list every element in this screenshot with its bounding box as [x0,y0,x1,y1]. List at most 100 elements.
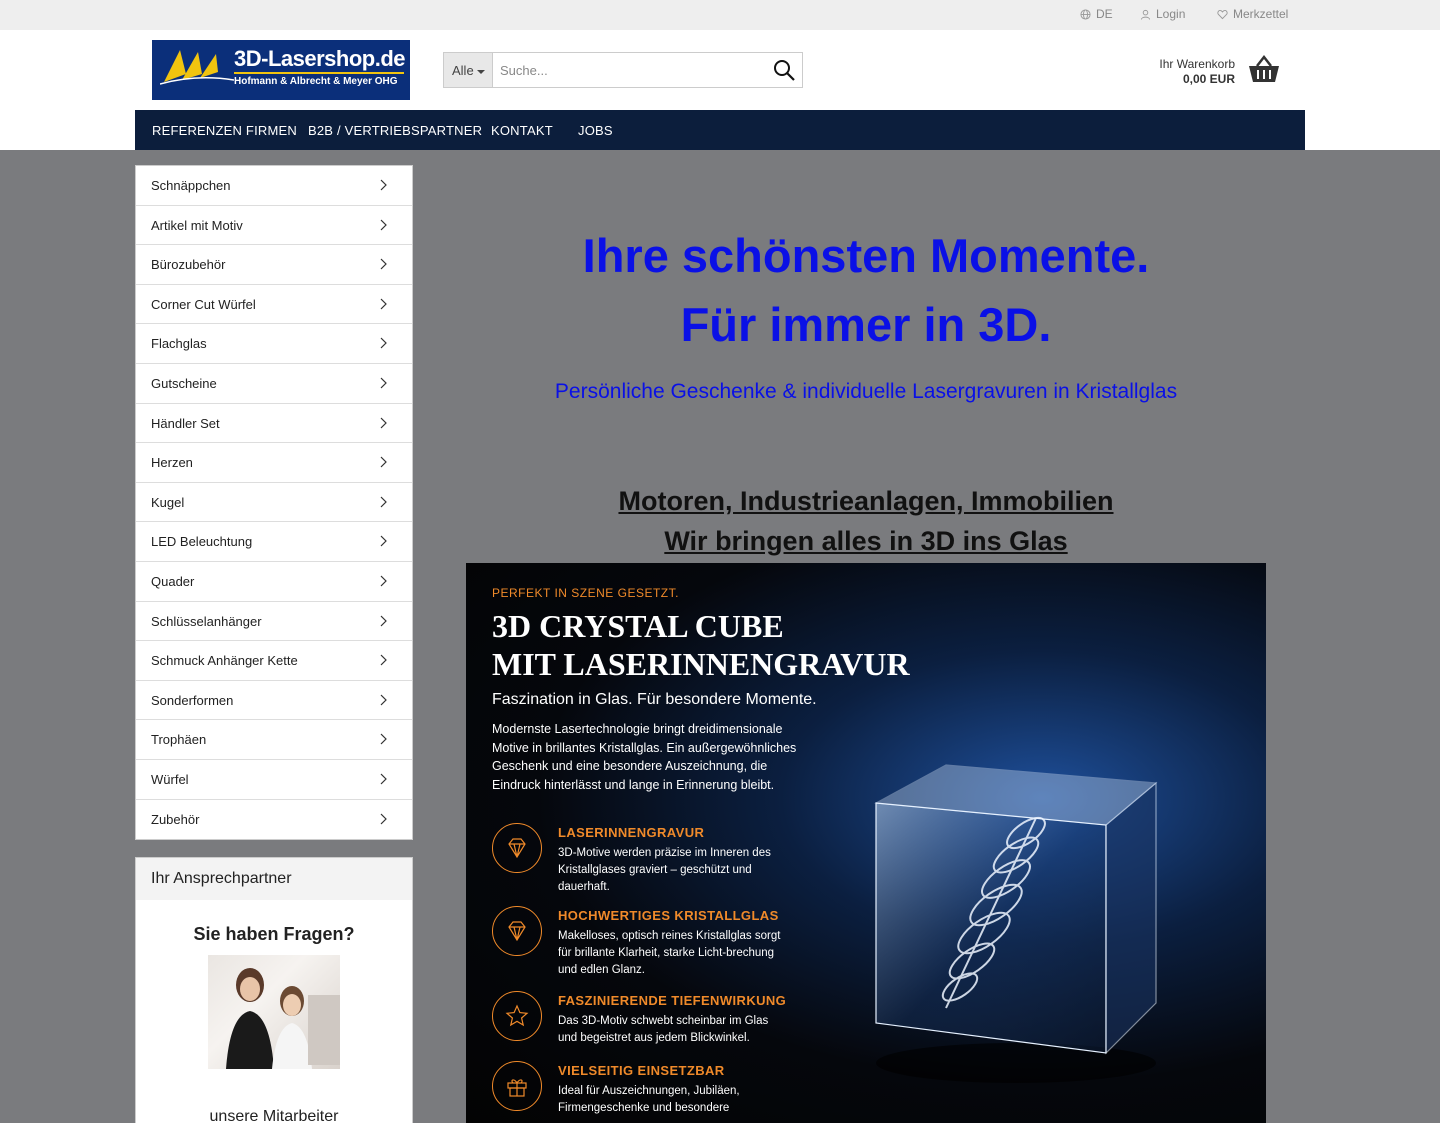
chevron-right-icon [380,813,387,824]
category-item[interactable]: Corner Cut Würfel [136,285,412,325]
star-icon [492,991,542,1041]
category-label: Zubehör [151,811,200,827]
wishlist-label: Merkzettel [1233,7,1289,21]
banner-title-line2: MIT LASERINNENGRAVUR [492,646,910,682]
logo-mark-icon [160,50,234,85]
chevron-right-icon [380,615,387,626]
search-category-label: Alle [452,63,474,78]
staff-link[interactable]: unsere Mitarbeiter [136,1108,412,1123]
category-label: Bürozubehör [151,257,226,273]
category-item[interactable]: Kugel [136,483,412,523]
search-category-select[interactable]: Alle [444,53,493,87]
category-item[interactable]: Bürozubehör [136,245,412,285]
diamond-icon [492,906,542,956]
contact-question: Sie haben Fragen? [193,924,355,944]
category-item[interactable]: Herzen [136,443,412,483]
contact-box: Ihr Ansprechpartner Sie haben Fragen? un… [135,857,413,1123]
category-label: Trophäen [151,732,207,748]
product-banner[interactable]: PERFEKT IN SZENE GESETZT. 3D CRYSTAL CUB… [466,563,1266,1123]
staff-photo[interactable] [208,955,340,1069]
category-item[interactable]: LED Beleuchtung [136,522,412,562]
logo-text: 3D-Lasershop.de [234,46,406,71]
category-item[interactable]: Zubehör [136,800,412,840]
category-sidebar: Schnäppchen Artikel mit Motiv Bürozubehö… [135,165,413,841]
cart-label: Ihr Warenkorb [1159,57,1235,71]
contact-heading: Ihr Ansprechpartner [136,858,412,900]
category-item[interactable]: Quader [136,562,412,602]
chevron-right-icon [380,219,387,231]
category-label: LED Beleuchtung [151,534,253,550]
category-label: Gutscheine [151,375,217,391]
wishlist-link[interactable]: Merkzettel [1217,7,1288,21]
banner-tagline: Faszination in Glas. Für besondere Momen… [492,691,817,708]
category-item[interactable]: Schlüsselanhänger [136,602,412,642]
feature-title: HOCHWERTIGES KRISTALLGLAS [558,908,779,923]
category-label: Sonderformen [151,692,234,708]
language-label: DE [1096,7,1113,21]
category-label: Quader [151,573,195,589]
chevron-right-icon [380,417,387,428]
chevron-right-icon [380,179,387,191]
chevron-right-icon [380,496,387,508]
chevron-right-icon [380,773,387,785]
diamond-icon [492,823,542,873]
nav-item-referenzen[interactable]: REFERENZEN FIRMEN [152,123,297,138]
nav-item-b2b[interactable]: B2B / VERTRIEBSPARTNER [308,123,482,138]
category-label: Händler Set [151,415,220,431]
site-logo[interactable]: 3D-Lasershop.de Hofmann & Albrecht & Mey… [152,40,410,100]
category-item[interactable]: Schnäppchen [136,166,412,206]
chevron-right-icon [380,298,387,310]
chevron-right-icon [380,733,387,745]
chevron-right-icon [380,377,387,389]
category-item[interactable]: Trophäen [136,720,412,760]
category-label: Würfel [151,771,189,787]
search-input[interactable] [500,59,760,81]
industry-heading-line2[interactable]: Wir bringen alles in 3D ins Glas [466,526,1266,557]
login-label: Login [1156,7,1186,21]
category-item[interactable]: Händler Set [136,404,412,444]
category-item[interactable]: Würfel [136,760,412,800]
category-label: Flachglas [151,336,207,352]
banner-feature: VIELSEITIG EINSETZBAR Ideal für Auszeich… [492,1061,822,1123]
banner-body: Modernste Lasertechnologie bringt dreidi… [492,722,797,792]
category-label: Corner Cut Würfel [151,296,256,312]
category-item[interactable]: Flachglas [136,324,412,364]
chevron-right-icon [380,258,387,270]
industry-heading-line1[interactable]: Motoren, Industrieanlagen, Immobilien [466,486,1266,517]
chevron-right-icon [380,694,387,706]
category-item[interactable]: Artikel mit Motiv [136,206,412,246]
hero-headline-line1: Ihre schönsten Momente. [582,229,1150,282]
nav-item-kontakt[interactable]: KONTAKT [491,123,553,138]
login-link[interactable]: Login [1140,7,1185,21]
search-bar: Alle [443,52,803,88]
feature-title: FASZINIERENDE TIEFENWIRKUNG [558,993,787,1008]
feature-title: LASERINNENGRAVUR [558,825,705,840]
logo-underline [234,72,404,74]
chevron-right-icon [380,654,387,666]
category-item[interactable]: Sonderformen [136,681,412,721]
nav-item-jobs[interactable]: JOBS [578,123,613,138]
caret-down-icon [476,69,485,74]
feature-text: Ideal für Auszeichnungen, Jubiläen, Firm… [558,1085,740,1114]
search-icon[interactable] [772,58,796,82]
category-item[interactable]: Gutscheine [136,364,412,404]
category-label: Schnäppchen [151,178,231,193]
chevron-right-icon [380,456,387,468]
feature-text: Das 3D-Motiv schwebt scheinbar im Glas u… [558,1015,769,1044]
cart-widget[interactable]: Ihr Warenkorb 0,00 EUR [1100,54,1280,90]
banner-feature: FASZINIERENDE TIEFENWIRKUNG Das 3D-Motiv… [492,991,822,1061]
chevron-right-icon [380,575,387,587]
banner-kicker: PERFEKT IN SZENE GESETZT. [492,586,679,600]
cart-total: 0,00 EUR [1182,72,1235,86]
chevron-right-icon [380,535,387,547]
hero-subtitle: Persönliche Geschenke & individuelle Las… [554,380,1178,403]
staff-photo-illustration [226,968,340,1069]
hero-headline-line2: Für immer in 3D. [680,298,1052,351]
language-switch[interactable]: DE [1080,7,1113,21]
banner-feature: HOCHWERTIGES KRISTALLGLAS Makelloses, op… [492,906,822,976]
category-item[interactable]: Schmuck Anhänger Kette [136,641,412,681]
feature-text: Makelloses, optisch reines Kristallglas … [558,930,781,976]
category-label: Herzen [151,455,193,471]
user-icon [1140,9,1151,20]
feature-text: 3D-Motive werden präzise im Inneren des … [558,847,771,893]
